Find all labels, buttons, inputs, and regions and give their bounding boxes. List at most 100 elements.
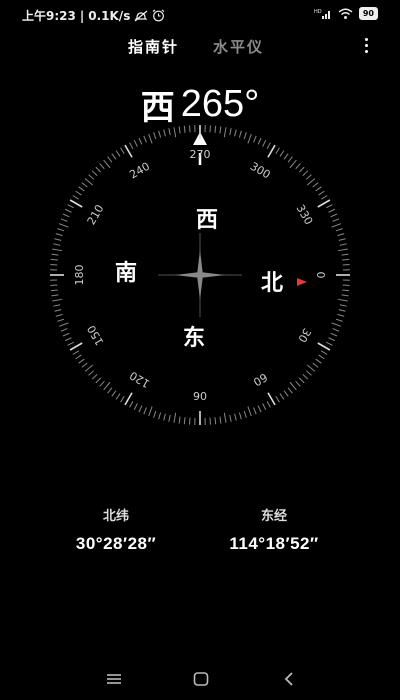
dial-tick bbox=[99, 380, 105, 387]
dial-tick bbox=[143, 407, 147, 415]
cardinal-north: 北 bbox=[261, 271, 283, 296]
dial-tick bbox=[247, 406, 252, 417]
dial-tick bbox=[267, 392, 276, 406]
tab-level[interactable]: 水平仪 bbox=[213, 36, 264, 57]
longitude-value: 114°18′52″ bbox=[229, 534, 319, 553]
dial-tick bbox=[331, 223, 342, 228]
cardinal-south: 南 bbox=[115, 261, 137, 286]
dial-tick bbox=[321, 195, 328, 200]
dial-degree-label: 30 bbox=[295, 326, 313, 345]
dial-tick bbox=[283, 153, 289, 160]
dial-tick bbox=[91, 170, 98, 177]
dial-degree-label: 300 bbox=[248, 160, 273, 182]
back-icon[interactable] bbox=[280, 670, 298, 688]
dial-tick bbox=[53, 243, 61, 246]
dial-tick bbox=[247, 133, 252, 144]
dial-degree-label: 330 bbox=[293, 202, 315, 227]
more-options-icon[interactable] bbox=[362, 38, 370, 56]
dial-tick bbox=[283, 390, 289, 397]
dial-tick bbox=[64, 337, 72, 342]
dial-tick bbox=[289, 159, 297, 169]
dial-tick bbox=[88, 174, 95, 180]
dial-tick bbox=[266, 142, 271, 149]
status-bar: 上午9:23 | 0.1K/s HD 90 bbox=[0, 0, 400, 30]
dial-tick bbox=[158, 412, 162, 420]
dial-tick bbox=[257, 137, 262, 145]
alarm-icon bbox=[152, 9, 165, 22]
tab-compass[interactable]: 指南针 bbox=[128, 36, 179, 57]
dial-tick bbox=[337, 313, 345, 317]
network-type-label: HD bbox=[314, 9, 322, 15]
dial-tick bbox=[60, 328, 68, 332]
dial-tick bbox=[339, 304, 347, 307]
dial-tick bbox=[306, 178, 316, 186]
dial-tick bbox=[317, 342, 331, 351]
dial-tick bbox=[84, 364, 94, 372]
dial-tick bbox=[52, 248, 63, 252]
dial-tick bbox=[318, 354, 325, 360]
dial-tick bbox=[331, 322, 342, 327]
dial-tick bbox=[305, 174, 312, 180]
dial-tick bbox=[312, 182, 319, 188]
dial-tick bbox=[275, 147, 280, 154]
dial-tick bbox=[115, 393, 121, 400]
menu-icon[interactable] bbox=[105, 670, 123, 688]
dial-tick bbox=[111, 153, 117, 160]
dial-tick bbox=[107, 156, 113, 163]
dial-tick bbox=[279, 393, 285, 400]
dial-tick bbox=[95, 377, 102, 384]
system-nav-bar bbox=[0, 660, 400, 700]
dial-degree-label: 60 bbox=[251, 370, 270, 388]
dial-tick bbox=[335, 318, 343, 322]
dial-tick bbox=[287, 387, 293, 394]
compass-dial: 270 300 330 0 30 60 06 120 150 180 210 240 西 东 南 北 bbox=[50, 125, 350, 425]
status-time: 上午9:23 bbox=[22, 9, 76, 23]
dial-tick bbox=[223, 127, 227, 138]
dial-tick bbox=[168, 414, 171, 422]
dial-tick bbox=[302, 373, 309, 380]
latitude-label: 北纬 bbox=[102, 509, 129, 524]
dial-tick bbox=[341, 253, 349, 256]
home-icon[interactable] bbox=[192, 670, 210, 688]
dial-tick bbox=[298, 377, 305, 384]
dial-tick bbox=[81, 362, 88, 368]
cardinal-west: 西 bbox=[196, 208, 218, 233]
dial-tick bbox=[229, 128, 232, 136]
dial-tick bbox=[115, 150, 121, 157]
dial-tick bbox=[67, 341, 74, 346]
longitude-label: 东经 bbox=[260, 509, 287, 524]
dial-tick bbox=[138, 137, 143, 145]
dial-tick bbox=[148, 133, 153, 144]
dial-tick bbox=[335, 228, 343, 232]
dial-tick bbox=[326, 204, 333, 209]
dial-tick bbox=[138, 405, 143, 413]
dial-tick bbox=[243, 410, 247, 418]
dial-degree-label: 180 bbox=[73, 265, 86, 286]
dial-tick bbox=[54, 309, 62, 312]
dial-tick bbox=[342, 258, 350, 261]
dial-tick bbox=[84, 178, 94, 186]
dial-tick bbox=[262, 403, 267, 411]
dial-tick bbox=[124, 144, 133, 158]
dial-tick bbox=[158, 130, 162, 138]
battery-icon: 90 bbox=[358, 7, 378, 20]
cellular-signal-icon: HD bbox=[314, 9, 330, 19]
dial-tick bbox=[62, 332, 70, 337]
dial-tick bbox=[315, 358, 322, 364]
dial-tick bbox=[81, 182, 88, 188]
dial-tick bbox=[339, 243, 347, 246]
dial-tick bbox=[95, 166, 102, 173]
dial-tick bbox=[103, 159, 111, 169]
dial-tick bbox=[58, 223, 69, 228]
dial-tick bbox=[107, 387, 113, 394]
dial-tick bbox=[91, 373, 98, 380]
dial-tick bbox=[312, 362, 319, 368]
dial-degree-label: 120 bbox=[127, 368, 152, 390]
dial-tick bbox=[72, 350, 79, 355]
dial-tick bbox=[253, 135, 257, 143]
latitude-block: 北纬 30°28′28″ bbox=[26, 505, 206, 554]
dial-tick bbox=[55, 233, 63, 237]
dial-tick bbox=[257, 405, 262, 413]
dial-tick bbox=[78, 186, 85, 192]
dial-tick bbox=[337, 298, 348, 302]
